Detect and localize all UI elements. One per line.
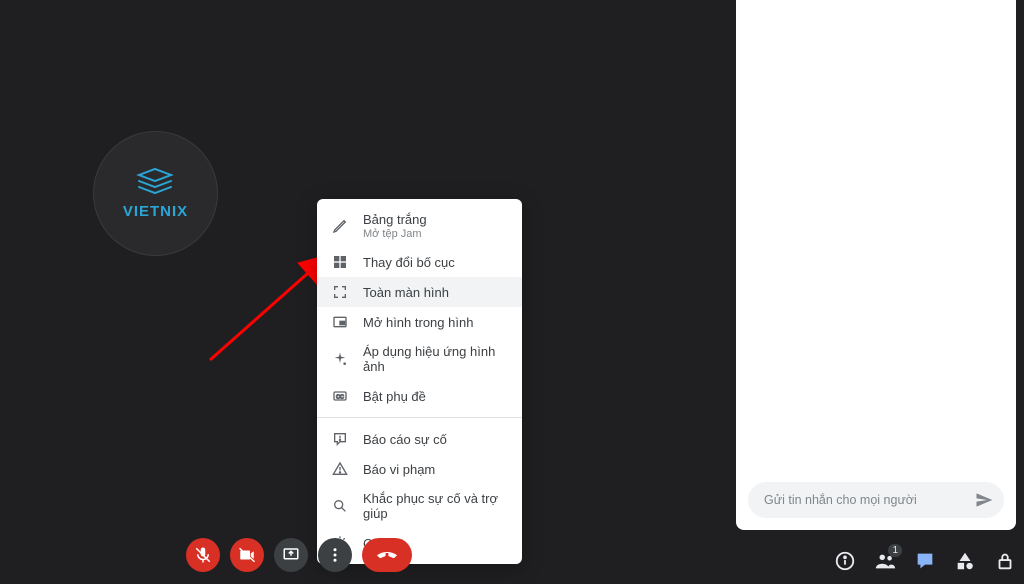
menu-item-captions[interactable]: CC Bật phụ đề — [317, 381, 522, 411]
chat-icon — [914, 550, 936, 572]
menu-item-troubleshoot[interactable]: Khắc phục sự cố và trợ giúp — [317, 484, 522, 528]
feedback-icon — [331, 431, 349, 447]
menu-item-label: Khắc phục sự cố và trợ giúp — [363, 491, 508, 521]
layout-icon — [331, 254, 349, 270]
chat-toggle-button[interactable] — [914, 550, 936, 572]
menu-item-fullscreen[interactable]: Toàn màn hình — [317, 277, 522, 307]
activities-button[interactable] — [954, 550, 976, 572]
menu-item-report-abuse[interactable]: Báo vi phạm — [317, 454, 522, 484]
menu-item-change-layout[interactable]: Thay đổi bố cục — [317, 247, 522, 277]
end-call-button[interactable] — [362, 538, 412, 572]
microphone-toggle-button[interactable] — [186, 538, 220, 572]
annotation-arrow — [205, 250, 335, 365]
report-icon — [331, 461, 349, 477]
menu-item-apply-effects[interactable]: Áp dụng hiệu ứng hình ảnh — [317, 337, 522, 381]
sparkle-icon — [331, 351, 349, 367]
menu-item-label: Mở hình trong hình — [363, 315, 508, 330]
menu-item-label: Bảng trắng Mở tệp Jam — [363, 212, 508, 240]
present-screen-button[interactable] — [274, 538, 308, 572]
chat-message-input[interactable] — [764, 493, 970, 507]
menu-item-label: Bật phụ đề — [363, 389, 508, 404]
lock-icon — [994, 550, 1016, 572]
captions-icon: CC — [331, 388, 349, 404]
menu-item-label: Áp dụng hiệu ứng hình ảnh — [363, 344, 508, 374]
search-icon — [331, 498, 349, 514]
participant-avatar: VIETNIX — [93, 131, 218, 256]
more-vertical-icon — [326, 546, 344, 564]
menu-item-whiteboard[interactable]: Bảng trắng Mở tệp Jam — [317, 205, 522, 247]
menu-item-label: Thay đổi bố cục — [363, 255, 508, 270]
pencil-icon — [331, 218, 349, 234]
menu-item-pip[interactable]: Mở hình trong hình — [317, 307, 522, 337]
camera-toggle-button[interactable] — [230, 538, 264, 572]
menu-item-label: Báo vi phạm — [363, 462, 508, 477]
participants-button[interactable]: 1 — [874, 550, 896, 572]
more-options-button[interactable] — [318, 538, 352, 572]
svg-text:CC: CC — [336, 395, 344, 401]
more-options-menu: Bảng trắng Mở tệp Jam Thay đổi bố cục To… — [317, 199, 522, 564]
participant-count-badge: 1 — [888, 544, 902, 557]
avatar-brand-text: VIETNIX — [123, 203, 188, 220]
meeting-details-button[interactable] — [834, 550, 856, 572]
send-message-button[interactable] — [970, 486, 998, 514]
camera-off-icon — [238, 546, 256, 564]
mic-off-icon — [194, 546, 212, 564]
menu-item-label: Báo cáo sự cố — [363, 432, 508, 447]
call-toolbar: 1 — [0, 539, 1024, 584]
chat-messages-area — [736, 0, 1016, 470]
present-icon — [282, 546, 300, 564]
shapes-icon — [954, 550, 976, 572]
pip-icon — [331, 314, 349, 330]
menu-divider — [317, 417, 522, 418]
host-controls-button[interactable] — [994, 550, 1016, 572]
menu-item-report-problem[interactable]: Báo cáo sự cố — [317, 424, 522, 454]
menu-item-label: Toàn màn hình — [363, 285, 508, 300]
chat-panel — [736, 0, 1016, 530]
info-icon — [834, 550, 856, 572]
vietnix-logo: VIETNIX — [123, 167, 188, 220]
fullscreen-icon — [331, 284, 349, 300]
call-end-icon — [375, 543, 399, 567]
chat-input-row — [748, 482, 1004, 518]
